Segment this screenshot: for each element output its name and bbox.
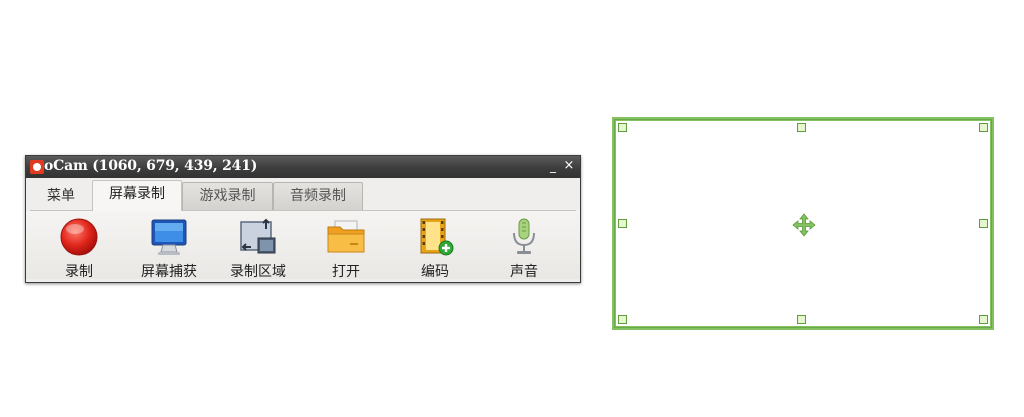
codec-label: 编码 <box>421 264 449 280</box>
toolbar: 录制 屏幕捕获 录制区域 打开 编码 声音 <box>26 211 580 280</box>
title-bar[interactable]: oCam (1060, 679, 439, 241) _ × <box>26 156 580 178</box>
folder-icon <box>327 220 365 253</box>
monitor-icon <box>151 219 187 255</box>
record-label: 录制 <box>65 264 93 280</box>
screen-capture-label: 屏幕捕获 <box>141 264 197 280</box>
screen-capture-button[interactable]: 屏幕捕获 <box>129 215 209 280</box>
resize-handle-top[interactable] <box>797 123 806 132</box>
record-area-label: 录制区域 <box>230 264 286 280</box>
resize-area-icon <box>240 218 276 254</box>
ocam-window: oCam (1060, 679, 439, 241) _ × 菜单 屏幕录制 游… <box>25 155 581 283</box>
resize-handle-bottom[interactable] <box>797 315 806 324</box>
codec-button[interactable]: 编码 <box>395 215 475 280</box>
microphone-icon <box>513 218 535 254</box>
film-codec-icon <box>420 218 454 256</box>
open-label: 打开 <box>332 264 360 280</box>
capture-region[interactable] <box>612 117 994 330</box>
sound-label: 声音 <box>510 264 538 280</box>
tab-menu[interactable]: 菜单 <box>30 182 92 210</box>
resize-handle-top-right[interactable] <box>979 123 988 132</box>
record-button[interactable]: 录制 <box>39 215 119 280</box>
tab-audio-record[interactable]: 音频录制 <box>273 182 363 210</box>
tab-game-record[interactable]: 游戏录制 <box>182 182 273 210</box>
resize-handle-right[interactable] <box>979 219 988 228</box>
resize-handle-bottom-right[interactable] <box>979 315 988 324</box>
open-button[interactable]: 打开 <box>306 215 386 280</box>
record-area-button[interactable]: 录制区域 <box>218 215 298 280</box>
resize-handle-top-left[interactable] <box>618 123 627 132</box>
close-button[interactable]: × <box>562 158 576 174</box>
sound-button[interactable]: 声音 <box>484 215 564 280</box>
record-icon <box>60 218 98 256</box>
tab-bar: 菜单 屏幕录制 游戏录制 音频录制 <box>30 180 576 211</box>
minimize-button[interactable]: _ <box>546 158 560 174</box>
move-icon[interactable] <box>792 213 816 237</box>
ocam-logo-icon <box>30 160 44 174</box>
window-title: oCam (1060, 679, 439, 241) <box>44 158 258 174</box>
resize-handle-left[interactable] <box>618 219 627 228</box>
tab-screen-record[interactable]: 屏幕录制 <box>92 180 182 211</box>
resize-handle-bottom-left[interactable] <box>618 315 627 324</box>
